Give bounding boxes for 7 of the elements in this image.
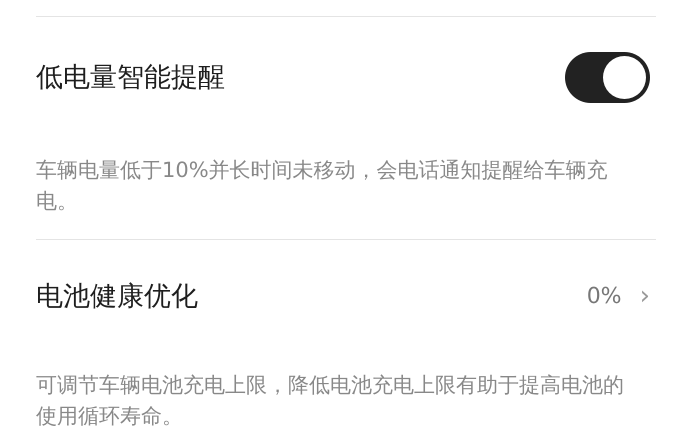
setting-description: 车辆电量低于10%并长时间未移动，会电话通知提醒给车辆充电。 [36, 157, 609, 215]
chevron-icon[interactable]: › [640, 283, 650, 309]
setting-description: 可调节车辆电池充电上限，降低电池充电上限有助于提高电池的使用循环寿命。 [36, 372, 625, 430]
setting-title: 电池健康优化 [36, 280, 198, 314]
setting-title: 低电量智能提醒 [36, 61, 225, 95]
toggle-switch[interactable] [565, 52, 650, 102]
setting-value: 0% [586, 284, 622, 308]
